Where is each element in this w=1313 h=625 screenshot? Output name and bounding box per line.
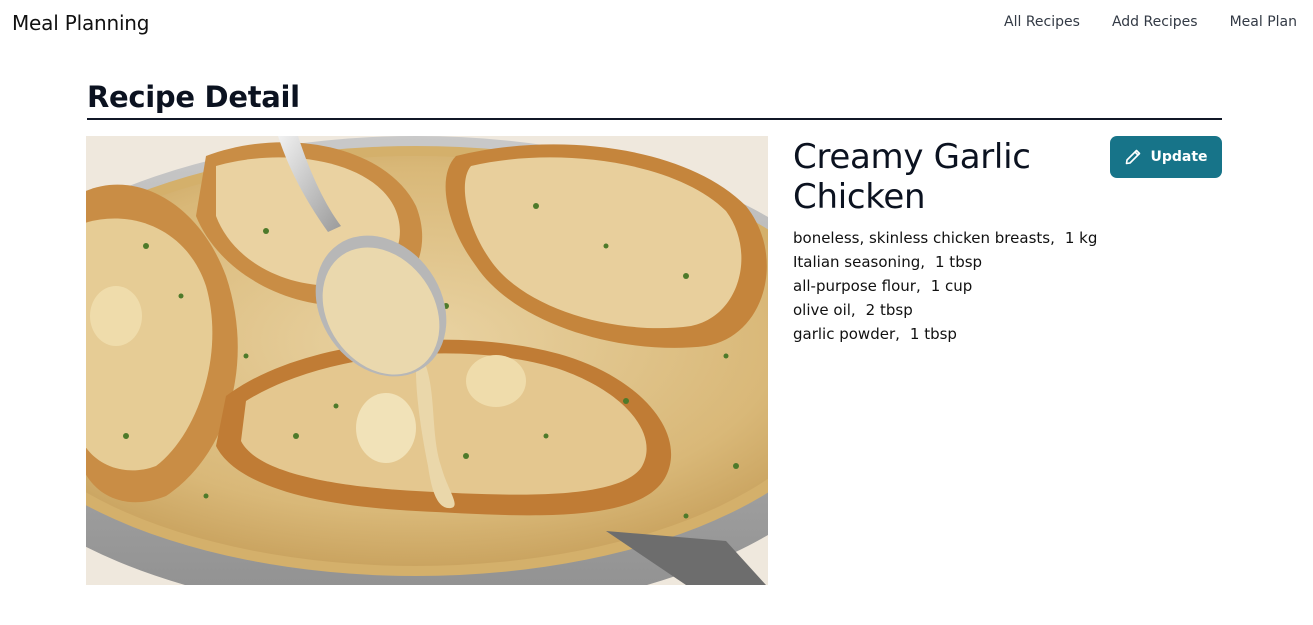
ingredient-name: all-purpose flour, — [793, 277, 921, 295]
ingredient-list: boneless, skinless chicken breasts, 1 kg … — [793, 226, 1097, 346]
ingredient-qty: 1 cup — [930, 277, 973, 295]
update-button-label: Update — [1150, 149, 1208, 165]
nav-all-recipes[interactable]: All Recipes — [1004, 14, 1080, 30]
recipe-title: Creamy Garlic Chicken — [793, 137, 1031, 217]
ingredient-item: olive oil, 2 tbsp — [793, 298, 1097, 322]
ingredient-qty: 1 kg — [1064, 229, 1098, 247]
ingredient-name: olive oil, — [793, 301, 856, 319]
ingredient-item: Italian seasoning, 1 tbsp — [793, 250, 1097, 274]
title-divider — [87, 118, 1222, 120]
brand-logo-text[interactable]: Meal Planning — [12, 11, 149, 35]
update-button[interactable]: Update — [1110, 136, 1222, 178]
ingredient-name: Italian seasoning, — [793, 253, 925, 271]
ingredient-item: garlic powder, 1 tbsp — [793, 322, 1097, 346]
ingredient-name: boneless, skinless chicken breasts, — [793, 229, 1055, 247]
ingredient-item: boneless, skinless chicken breasts, 1 kg — [793, 226, 1097, 250]
ingredient-name: garlic powder, — [793, 325, 900, 343]
ingredient-qty: 2 tbsp — [865, 301, 913, 319]
top-navbar: Meal Planning All Recipes Add Recipes Me… — [0, 0, 1313, 46]
main-nav: All Recipes Add Recipes Meal Plan — [1004, 14, 1297, 30]
nav-add-recipes[interactable]: Add Recipes — [1112, 14, 1198, 30]
recipe-photo-illustration — [86, 136, 768, 585]
nav-meal-plan[interactable]: Meal Plan — [1230, 14, 1297, 30]
ingredient-qty: 1 tbsp — [909, 325, 957, 343]
ingredient-item: all-purpose flour, 1 cup — [793, 274, 1097, 298]
pencil-icon — [1124, 148, 1142, 166]
recipe-image — [86, 136, 768, 585]
page-title: Recipe Detail — [87, 80, 300, 114]
ingredient-qty: 1 tbsp — [935, 253, 983, 271]
